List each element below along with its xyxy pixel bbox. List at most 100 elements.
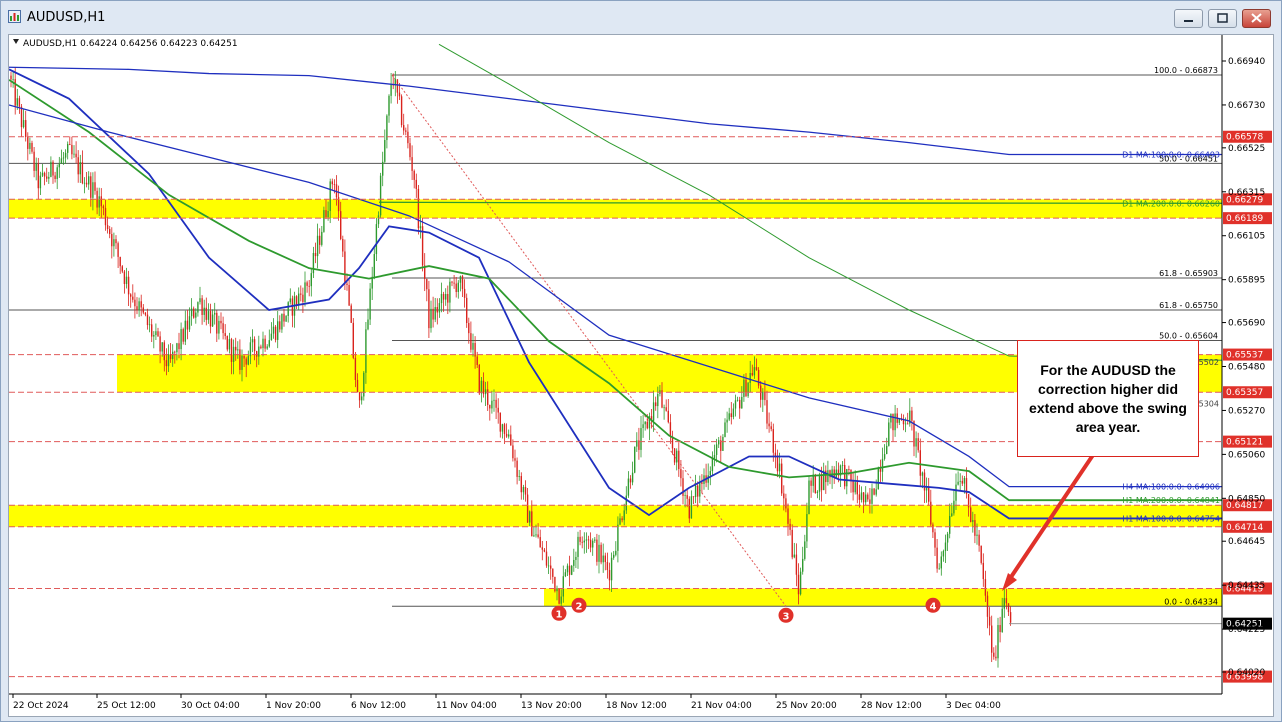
candle-body: [430, 308, 432, 329]
chart-area[interactable]: 0.66578 0.66279 0.66189 0.65537 0.65357 0.651…: [8, 34, 1274, 717]
title-bar[interactable]: AUDUSD,H1: [1, 1, 1281, 34]
candle-body: [205, 307, 207, 320]
candle-body: [413, 170, 415, 180]
candle-body: [461, 276, 464, 289]
candle-body: [163, 342, 165, 361]
candle-body: [535, 534, 537, 536]
chart-window-icon: [8, 10, 21, 23]
candle-body: [623, 510, 625, 521]
annotation-text: For the AUDUSD the correction higher did…: [1029, 361, 1187, 435]
candle-body: [781, 463, 783, 494]
candle-body: [375, 224, 378, 255]
candle-body: [176, 343, 178, 353]
candle-body: [20, 106, 23, 128]
window-title: AUDUSD,H1: [27, 10, 106, 25]
maximize-button[interactable]: [1208, 9, 1237, 28]
candle-body: [445, 294, 447, 300]
level-price-tag-text: 0.66578: [1226, 133, 1263, 143]
price-tick-label: 0.65690: [1228, 319, 1265, 329]
candle-body: [554, 576, 556, 592]
candle-body: [516, 460, 518, 477]
candle-body: [598, 544, 600, 562]
candle-body: [636, 440, 638, 447]
candle-body: [478, 364, 480, 394]
candle-body: [581, 541, 583, 543]
candle-body: [917, 438, 919, 451]
candle-body: [751, 373, 753, 376]
candle-body: [665, 407, 667, 411]
candle-body: [451, 281, 453, 283]
candle-body: [130, 294, 132, 297]
candle-body: [776, 457, 779, 472]
candle-body: [692, 496, 695, 498]
candle-body: [629, 478, 632, 483]
candle-body: [789, 523, 791, 530]
candle-body: [676, 450, 678, 463]
candle-body: [117, 243, 119, 257]
candle-body: [39, 175, 42, 189]
candle-body: [468, 323, 470, 334]
time-tick-label: 25 Oct 12:00: [97, 701, 156, 711]
minimize-button[interactable]: [1174, 9, 1203, 28]
candle-body: [102, 206, 105, 209]
candle-body: [415, 179, 417, 189]
candle-body: [797, 574, 800, 595]
candle-body: [856, 482, 858, 495]
candle-body: [604, 555, 606, 563]
candle-body: [81, 162, 84, 184]
candle-body: [361, 396, 363, 401]
candle-body: [123, 271, 126, 284]
candle-body: [161, 342, 163, 352]
candle-body: [743, 379, 745, 397]
candle-body: [453, 282, 455, 284]
candle-body: [537, 534, 539, 538]
candle-body: [384, 140, 386, 162]
candle-body: [37, 163, 39, 189]
price-tick-label: 0.65895: [1228, 276, 1265, 286]
candle-body: [390, 84, 392, 96]
candle-body: [577, 536, 579, 557]
candle-body: [785, 498, 787, 509]
candle-body: [25, 120, 27, 137]
candle-body: [787, 508, 789, 524]
candle-body: [316, 235, 319, 257]
candle-body: [75, 153, 77, 158]
candle-body: [186, 320, 189, 330]
candle-body: [783, 493, 785, 499]
price-tick-label: 0.66525: [1228, 144, 1265, 154]
candle-body: [1009, 612, 1012, 623]
candle-body: [892, 413, 894, 431]
candle-body: [568, 565, 571, 575]
candle-body: [245, 358, 247, 365]
candle-body: [865, 494, 867, 503]
candle-body: [476, 356, 478, 365]
candle-body: [319, 235, 321, 245]
candle-body: [270, 333, 273, 341]
candle-body: [79, 162, 81, 175]
candle-body: [806, 514, 808, 542]
close-button[interactable]: [1242, 9, 1271, 28]
candle-body: [550, 565, 552, 569]
candle-body: [438, 303, 441, 313]
candle-body: [350, 305, 352, 323]
candle-body: [921, 472, 924, 476]
candle-body: [942, 550, 945, 557]
candle-body: [67, 143, 69, 153]
candle-body: [405, 130, 407, 132]
candle-body: [661, 390, 663, 408]
candle-body: [543, 549, 546, 552]
candle-body: [972, 520, 974, 522]
candle-body: [772, 429, 774, 453]
candle-body: [640, 428, 642, 450]
candle-body: [90, 176, 92, 198]
candle-body: [165, 360, 168, 367]
swing-marker-label: 3: [783, 611, 790, 622]
candle-body: [484, 389, 487, 395]
candle-body: [356, 379, 359, 393]
candle-body: [867, 494, 869, 500]
candle-body: [98, 196, 100, 208]
candle-body: [180, 329, 182, 350]
candle-body: [342, 238, 344, 252]
candle-body: [111, 234, 113, 247]
candle-body: [631, 472, 634, 483]
